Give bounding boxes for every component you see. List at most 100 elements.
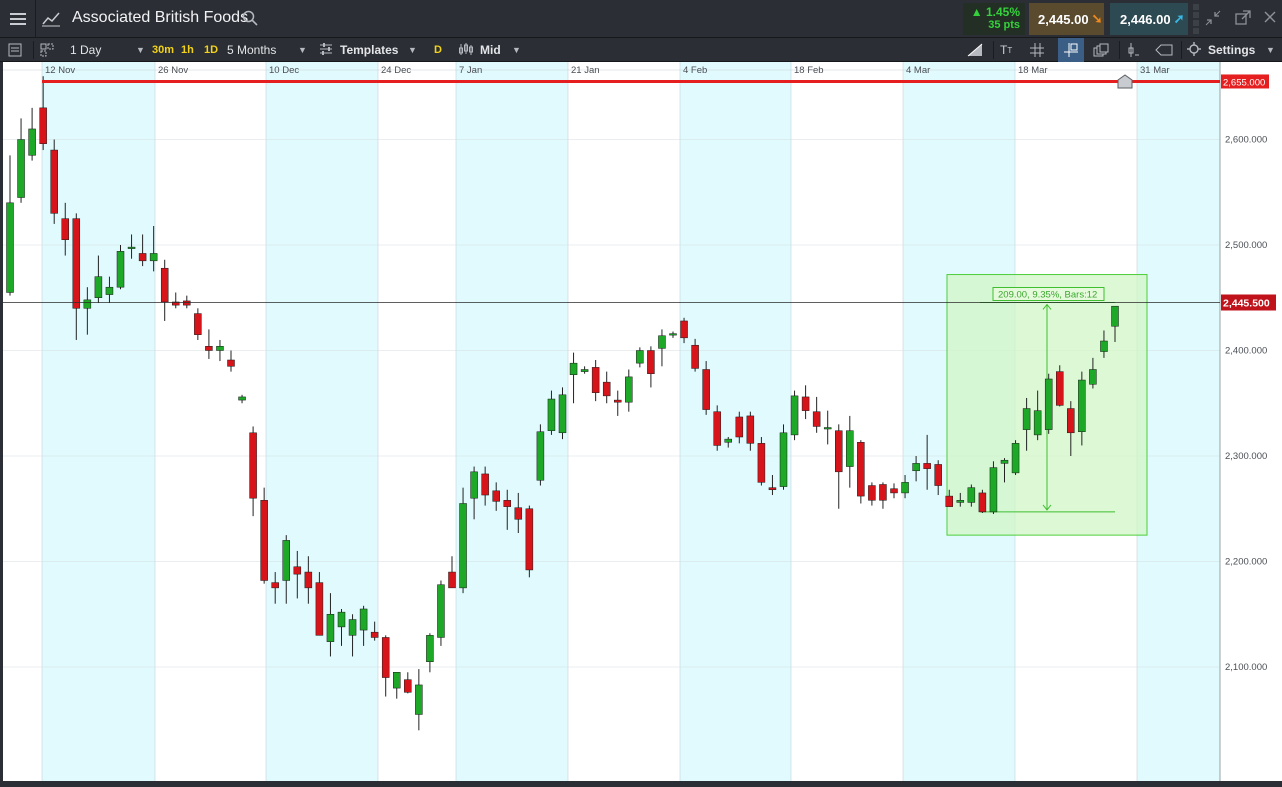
period-band [1137,62,1220,781]
candle-up [625,376,633,403]
indicator-icon[interactable] [1126,38,1148,62]
candle-down [812,411,821,427]
sell-price: 2,445.00 [1038,11,1089,27]
candle-down [879,484,887,501]
arrow-up-icon: ➚ [1173,11,1185,26]
candle-up [83,299,92,309]
candle-up [956,500,965,503]
grid-icon[interactable] [1030,38,1052,62]
candle-down [160,267,169,303]
buy-price: 2,446.00 [1120,11,1171,27]
candle-down [271,582,279,589]
candle-up [127,246,136,249]
chevron-down-icon: ▼ [512,45,521,55]
interval-30m-button[interactable]: 30m [152,38,174,62]
candle-up [724,438,732,443]
resistance-price-label: 2,655.000 [1223,77,1265,88]
arrow-down-icon: ➘ [1091,11,1103,26]
tag-icon[interactable] [1155,38,1177,62]
candle-up [6,202,14,293]
quantity-slider-icon[interactable] [1192,4,1200,34]
crosshair-icon[interactable] [1058,38,1084,62]
templates-select[interactable]: Templates ▼ [319,38,419,62]
candle-down [735,416,744,438]
x-tick-label: 21 Jan [571,65,600,76]
interval-1h-button[interactable]: 1h [181,38,194,62]
candle-down [481,473,489,496]
hamburger-menu-icon[interactable] [0,0,36,38]
price-change-box: ▲ 1.45% 35 pts [963,3,1025,35]
candle-up [105,286,114,295]
candle-up [238,396,246,401]
candle-down [746,415,755,444]
candle-up [1078,379,1086,432]
interval-1d-button[interactable]: 1D [204,38,218,62]
candle-down [370,631,379,638]
candle-up [669,333,677,336]
collapse-icon[interactable] [1204,9,1222,32]
candle-down [680,320,688,339]
left-border [0,62,3,781]
candle-down [183,300,191,306]
x-tick-label: 18 Mar [1018,65,1048,76]
sell-button[interactable]: 2,445.00 ➘ [1029,3,1104,35]
toolbar-divider [1181,41,1182,59]
chart-type-icon[interactable] [37,0,64,38]
candle-down [757,443,766,483]
measure-label: 209.00, 9.35%, Bars:12 [998,289,1097,300]
y-tick-label: 2,500.000 [1225,240,1267,251]
buy-button[interactable]: 2,446.00 ➚ [1110,3,1188,35]
candle-down [525,508,534,571]
candle-up [658,335,666,349]
candle-up [459,503,467,589]
list-icon[interactable] [8,38,28,62]
candle-up [470,471,478,499]
layout-icon[interactable] [40,38,60,62]
candle-down [315,582,324,636]
candle-up [989,467,998,513]
interval-select[interactable]: 1 Day ▼ [70,38,148,62]
candle-up [1089,369,1097,385]
price-type-select[interactable]: Mid ▼ [458,38,524,62]
x-tick-label: 31 Mar [1140,65,1170,76]
candle-up [1011,443,1020,474]
period-band [42,62,155,781]
layers-icon[interactable] [1093,38,1115,62]
candle-down [381,637,390,678]
x-tick-label: 10 Dec [269,65,299,76]
x-tick-label: 4 Mar [906,65,930,76]
candle-down [194,313,202,335]
close-icon[interactable] [1262,9,1278,30]
candle-down [1067,408,1075,434]
search-icon[interactable] [242,10,258,31]
candle-up [1022,408,1031,430]
candlestick-chart[interactable]: 12 Nov 26 Nov 10 Dec 24 Dec 7 Jan 21 Jan 4 Feb… [0,29,1282,781]
candle-down [293,566,302,575]
candle-up [1033,410,1042,436]
instrument-title: Associated British Foods [72,9,249,26]
interval-value: 1 Day [70,43,102,57]
candle-up [437,584,445,638]
range-select[interactable]: 5 Months ▼ [227,38,309,62]
candle-up [149,253,158,262]
x-tick-label: 7 Jan [459,65,482,76]
settings-menu[interactable]: Settings ▼ [1187,38,1277,62]
draw-line-icon[interactable] [967,38,989,62]
candle-up [901,482,909,494]
text-tool-icon[interactable]: TT [1000,38,1022,62]
candle-up [116,251,125,288]
candle-up [636,350,644,364]
candle-down [702,369,710,410]
price-chart[interactable]: 12 Nov 26 Nov 10 Dec 24 Dec 7 Jan 21 Jan 4 Feb… [0,29,1282,787]
toolbar-divider [33,41,34,59]
range-value: 5 Months [227,43,277,57]
candle-up [359,608,368,631]
candle-down [890,488,898,494]
popout-icon[interactable] [1234,9,1252,32]
home-marker-icon [1117,74,1133,89]
period-band [266,62,378,781]
toolbar-divider [1119,41,1120,59]
candle-down [260,500,268,581]
d-badge[interactable]: D [434,38,442,62]
candle-up [580,369,589,372]
